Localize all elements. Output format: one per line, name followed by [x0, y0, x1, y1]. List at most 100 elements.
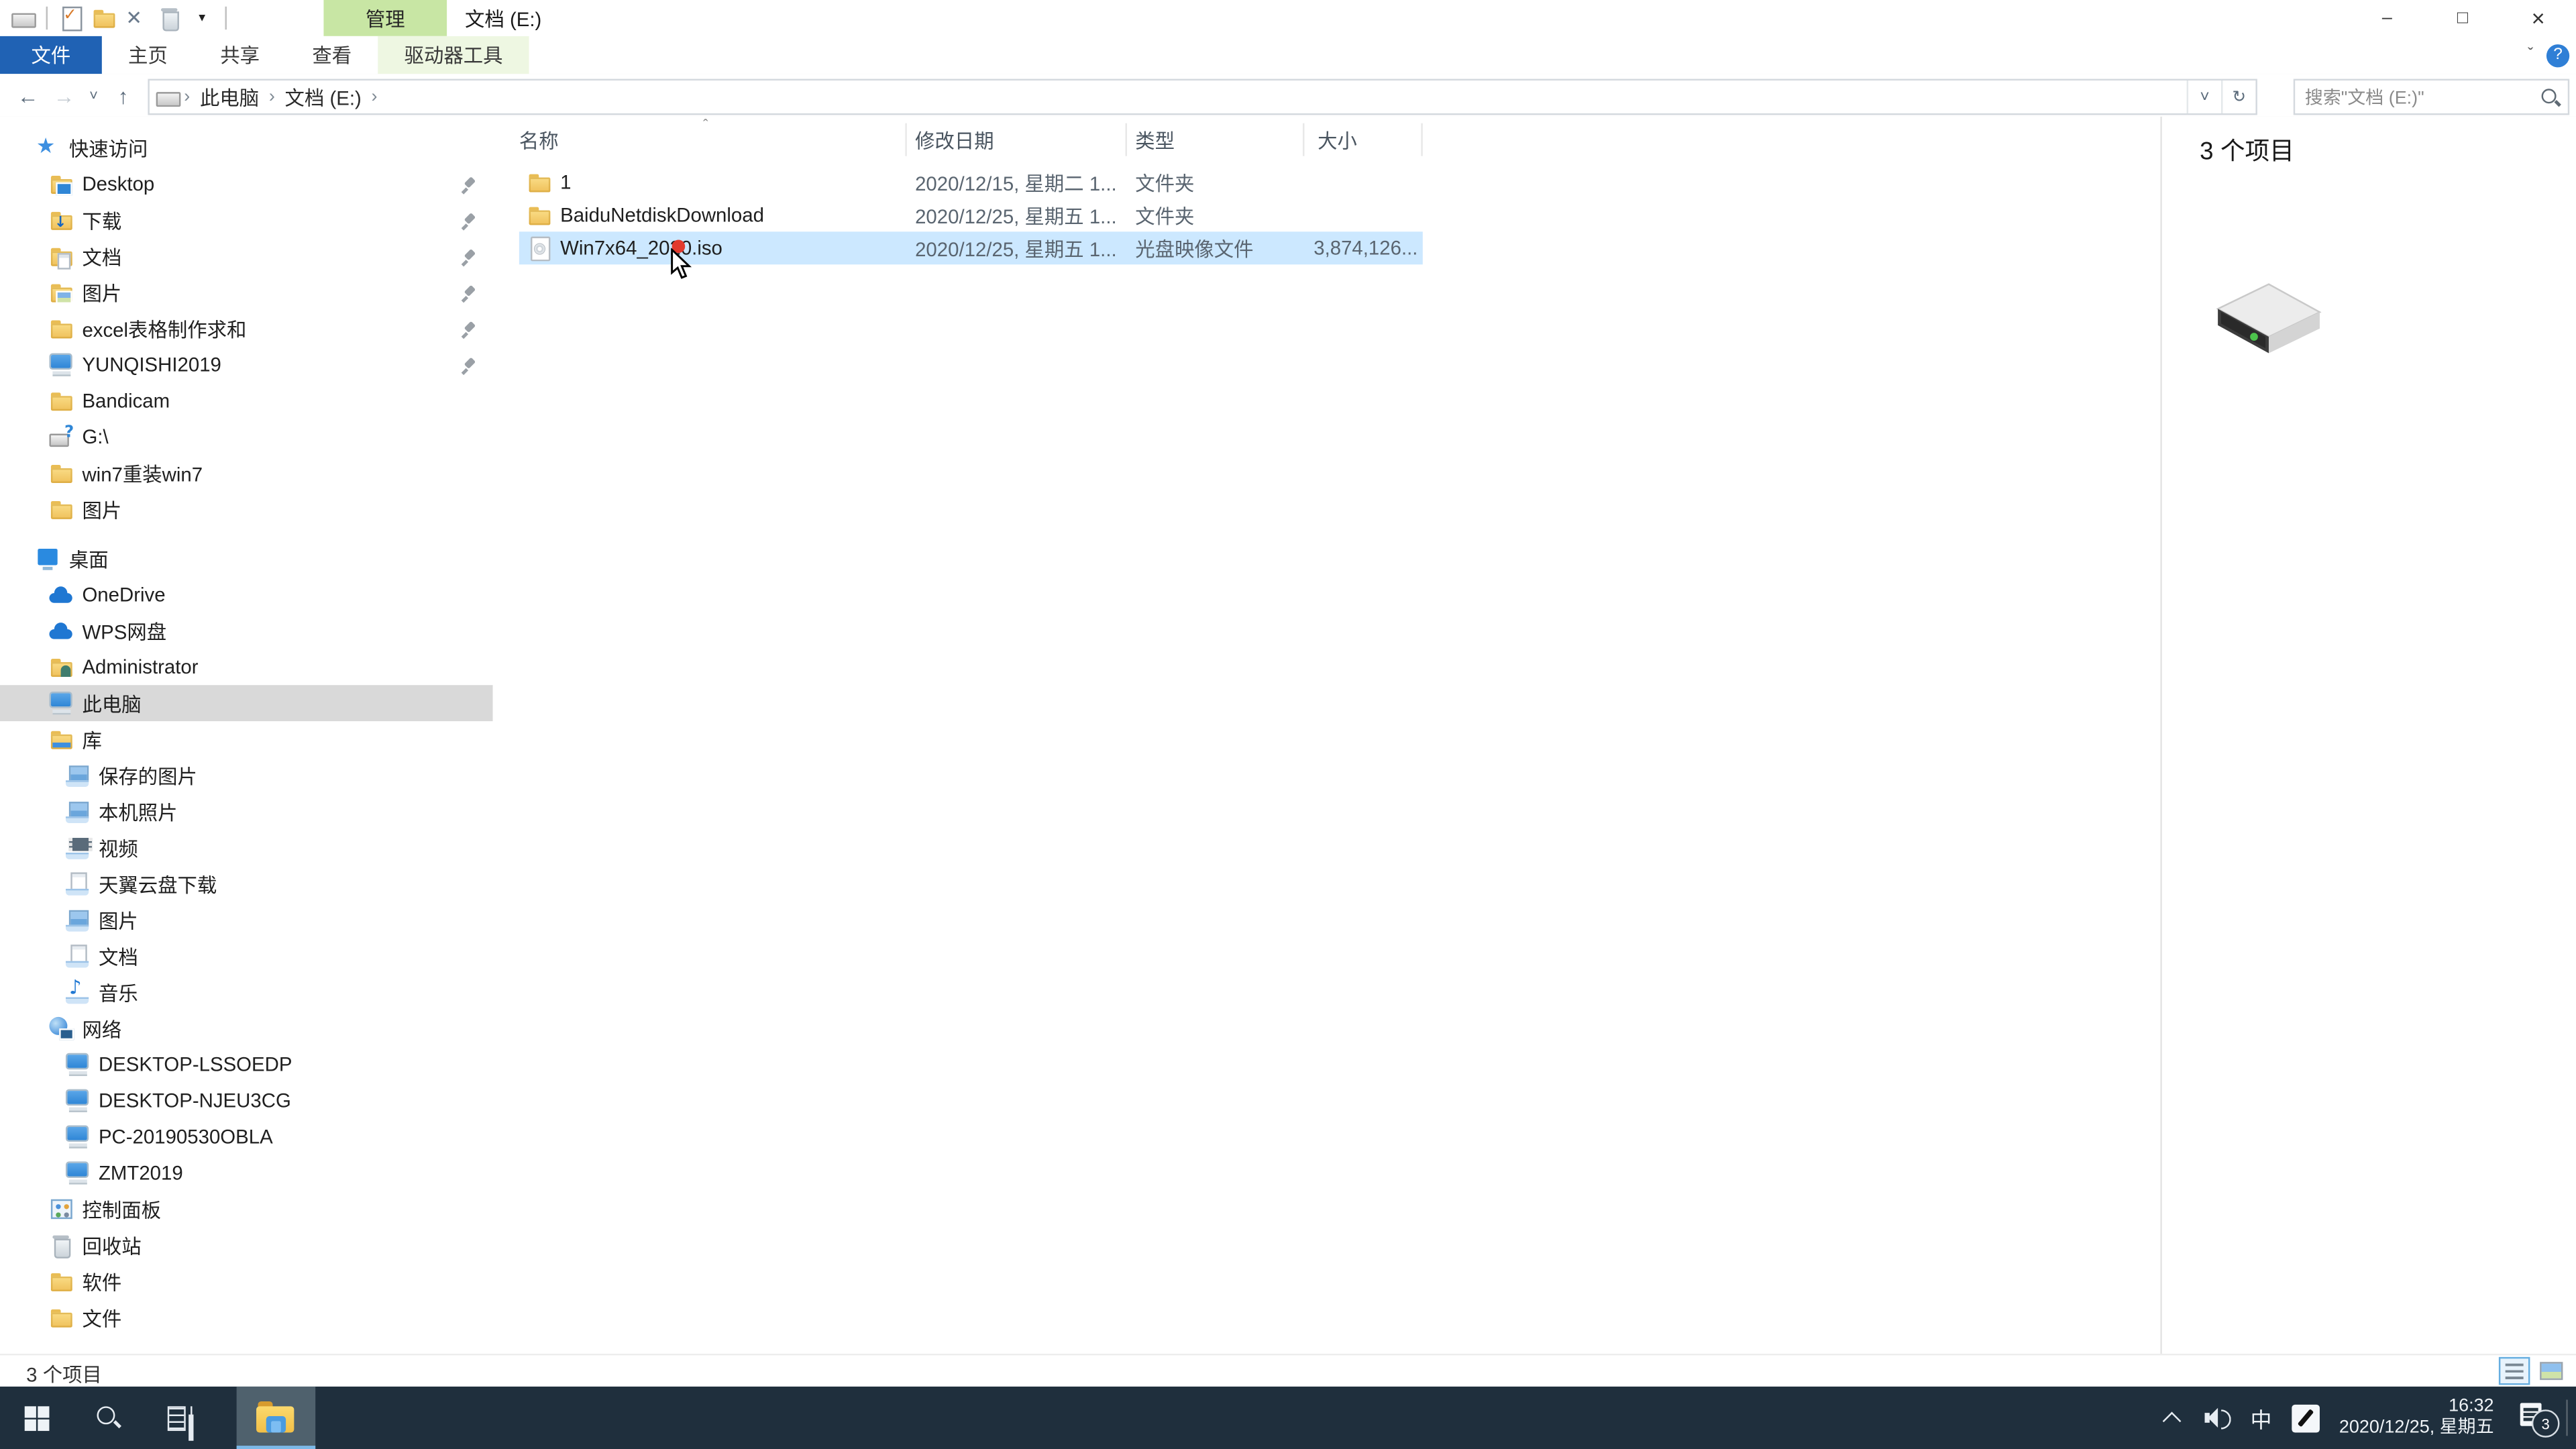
sidebar-item-documents-library[interactable]: 文档	[0, 938, 493, 974]
sidebar-item-music[interactable]: 音乐	[0, 974, 493, 1010]
sidebar-item-recycle-bin[interactable]: 回收站	[0, 1227, 493, 1263]
status-item-count: 3 个项目	[26, 1363, 102, 1387]
thumbnail-view-button[interactable]	[2535, 1357, 2567, 1385]
delete-icon	[124, 5, 149, 31]
folder-icon	[49, 1269, 74, 1295]
sidebar-item-pc-20190530obla[interactable]: PC-20190530OBLA	[0, 1119, 493, 1155]
taskbar-clock[interactable]: 16:32 2020/12/25, 星期五	[2339, 1397, 2494, 1440]
sidebar-item-saved-pictures[interactable]: 保存的图片	[0, 757, 493, 794]
sidebar-item-win7-folder[interactable]: win7重装win7	[0, 455, 493, 491]
system-tray: 中 16:32 2020/12/25, 星期五 3	[2161, 1387, 2576, 1449]
recycle-bin-button[interactable]	[153, 1, 186, 34]
tab-drive-tools[interactable]: 驱动器工具	[378, 36, 529, 74]
sidebar-item-desktop-lssoedp[interactable]: DESKTOP-LSSOEDP	[0, 1046, 493, 1083]
window-title: 文档 (E:)	[465, 7, 542, 31]
taskbar-search-button[interactable]	[72, 1387, 145, 1449]
file-row[interactable]: BaiduNetdiskDownload 2020/12/25, 星期五 1..…	[519, 199, 1423, 231]
sidebar-item-g-drive[interactable]: G:\	[0, 419, 493, 455]
forward-button[interactable]: →	[46, 77, 83, 113]
column-header-date[interactable]: 修改日期	[907, 123, 1127, 156]
up-button[interactable]: ↑	[105, 77, 142, 113]
desktop-icon	[36, 545, 61, 572]
sidebar-item-bandicam[interactable]: Bandicam	[0, 383, 493, 419]
tab-file[interactable]: 文件	[0, 36, 102, 74]
task-view-button[interactable]	[145, 1387, 217, 1449]
contextual-tab-group[interactable]: 管理	[323, 0, 447, 36]
window-drive-icon	[7, 1, 40, 34]
sidebar-item-onedrive[interactable]: OneDrive	[0, 577, 493, 613]
user-folder-icon	[49, 654, 74, 680]
show-desktop-divider[interactable]	[2566, 1399, 2568, 1436]
start-button[interactable]	[0, 1387, 72, 1449]
sidebar-item-excel-folder[interactable]: excel表格制作求和	[0, 311, 493, 347]
minimize-button[interactable]: –	[2349, 0, 2425, 36]
sidebar-item-pictures-library[interactable]: 图片	[0, 902, 493, 938]
document-library-icon	[65, 943, 91, 969]
address-dropdown-button[interactable]: ˅	[2186, 80, 2221, 113]
ime-pen-icon[interactable]	[2291, 1403, 2320, 1432]
volume-icon[interactable]	[2204, 1406, 2231, 1430]
details-view-button[interactable]	[2498, 1356, 2530, 1385]
recent-locations-button[interactable]: ˅	[82, 77, 105, 113]
wps-cloud-icon	[49, 618, 74, 644]
sidebar-item-desktop[interactable]: Desktop	[0, 166, 493, 202]
clock-time: 16:32	[2449, 1396, 2494, 1417]
properties-button[interactable]	[54, 1, 87, 34]
column-header-size[interactable]: 大小	[1304, 123, 1423, 156]
tab-share[interactable]: 共享	[194, 36, 286, 74]
breadcrumb-chevron-icon[interactable]: ›	[180, 87, 193, 107]
back-button[interactable]: ←	[10, 77, 46, 113]
column-header-type[interactable]: 类型	[1127, 123, 1305, 156]
sidebar-item-downloads[interactable]: 下载	[0, 202, 493, 238]
sidebar-item-cloud-download[interactable]: 天翼云盘下载	[0, 866, 493, 902]
sidebar-item-pictures-folder[interactable]: 图片	[0, 491, 493, 527]
action-center-button[interactable]: 3	[2520, 1403, 2560, 1438]
help-icon[interactable]: ?	[2546, 43, 2570, 67]
ime-indicator[interactable]: 中	[2251, 1402, 2272, 1434]
sidebar-item-documents[interactable]: 文档	[0, 238, 493, 274]
close-button[interactable]: ×	[2500, 0, 2576, 36]
sidebar-item-zmt2019[interactable]: ZMT2019	[0, 1155, 493, 1191]
sidebar-item-quick-access[interactable]: 快速访问	[0, 129, 493, 166]
delete-button[interactable]	[120, 1, 153, 34]
breadcrumb-chevron-icon[interactable]: ›	[368, 87, 381, 107]
sidebar-item-this-pc[interactable]: 此电脑	[0, 685, 493, 722]
refresh-button[interactable]: ↻	[2221, 80, 2255, 113]
sidebar-item-desktop-root[interactable]: 桌面	[0, 541, 493, 577]
file-row[interactable]: 1 2020/12/15, 星期二 1... 文件夹	[519, 166, 1423, 199]
address-bar[interactable]: › 此电脑 › 文档 (E:) › ˅ ↻	[148, 78, 2257, 115]
sidebar-item-videos[interactable]: 视频	[0, 830, 493, 866]
sidebar-item-files[interactable]: 文件	[0, 1299, 493, 1336]
sidebar-item-network[interactable]: 网络	[0, 1010, 493, 1046]
breadcrumb-this-pc[interactable]: 此电脑	[193, 83, 266, 111]
drive-icon	[2205, 274, 2333, 368]
sidebar-item-control-panel[interactable]: 控制面板	[0, 1191, 493, 1228]
onedrive-cloud-icon	[49, 582, 74, 608]
preview-item-count: 3 个项目	[2200, 138, 2295, 166]
video-library-icon	[65, 835, 93, 861]
sidebar-item-yunqishi2019[interactable]: YUNQISHI2019	[0, 347, 493, 383]
breadcrumb-drive-e[interactable]: 文档 (E:)	[278, 83, 368, 111]
column-header-name[interactable]: 名称	[519, 123, 907, 156]
file-row-selected[interactable]: Win7x64_2020.iso 2020/12/25, 星期五 1... 光盘…	[519, 231, 1423, 265]
tab-view[interactable]: 查看	[286, 36, 378, 74]
new-folder-button[interactable]	[87, 1, 120, 34]
maximize-button[interactable]: □	[2425, 0, 2501, 36]
sidebar-item-administrator[interactable]: Administrator	[0, 649, 493, 685]
sidebar-item-desktop-njeu3cg[interactable]: DESKTOP-NJEU3CG	[0, 1083, 493, 1119]
task-view-icon	[167, 1406, 194, 1432]
sidebar-item-software[interactable]: 软件	[0, 1263, 493, 1299]
sidebar-item-pictures[interactable]: 图片	[0, 274, 493, 311]
expand-ribbon-icon[interactable]: ˇ	[2528, 46, 2533, 64]
search-input[interactable]: 搜索"文档 (E:)"	[2293, 78, 2570, 115]
sidebar-item-libraries[interactable]: 库	[0, 721, 493, 757]
search-icon[interactable]	[2538, 85, 2561, 108]
breadcrumb-chevron-icon[interactable]: ›	[266, 87, 278, 107]
customize-qat-button[interactable]: ▾	[186, 1, 219, 34]
tab-home[interactable]: 主页	[102, 36, 194, 74]
pictures-folder-icon	[49, 279, 74, 305]
file-explorer-taskbar-button[interactable]	[236, 1386, 316, 1449]
sidebar-item-wps-cloud[interactable]: WPS网盘	[0, 612, 493, 649]
sidebar-item-camera-roll[interactable]: 本机照片	[0, 794, 493, 830]
hidden-icons-chevron-icon[interactable]	[2161, 1408, 2181, 1428]
